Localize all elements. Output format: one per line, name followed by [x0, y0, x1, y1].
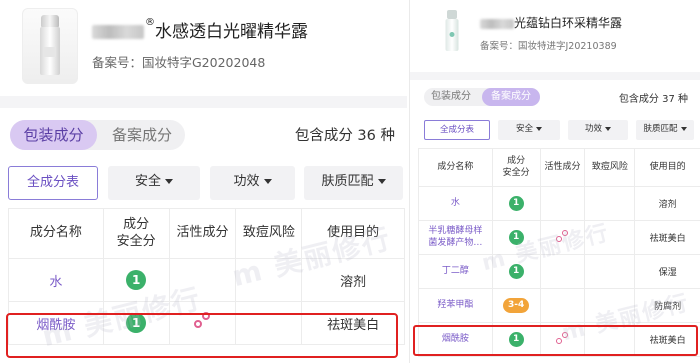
filter-efficacy-dropdown[interactable]: 功效 — [210, 166, 295, 200]
ingredient-source-tabs: 包装成分 备案成分 — [10, 120, 185, 150]
right-product-panel: 光蕴钻白环采精华露 备案号：国妆特进字J20210389 包装成分 备案成分 包… — [409, 0, 700, 363]
col-header-acne-risk: 致痘风险 — [584, 148, 636, 187]
filter-safety-dropdown[interactable]: 安全 — [498, 120, 560, 140]
table-row: 半乳糖酵母样 菌发酵产物… 1 祛斑美白 — [418, 220, 700, 255]
col-header-active: 活性成分 — [168, 208, 237, 259]
filter-efficacy-dropdown[interactable]: 功效 — [568, 120, 628, 140]
safety-score-badge: 1 — [508, 230, 524, 245]
caret-down-icon — [263, 179, 272, 184]
usage-purpose: 保湿 — [634, 254, 700, 289]
ingredient-name-link[interactable]: 羟苯甲酯 — [437, 300, 473, 310]
usage-purpose: 溶剂 — [634, 186, 700, 221]
safety-score-badge: 3-4 — [503, 298, 530, 313]
tab-package-ingredients[interactable]: 包装成分 — [10, 120, 97, 150]
ingredient-name-link[interactable]: 丁二醇 — [442, 266, 469, 276]
tab-filed-ingredients[interactable]: 备案成分 — [482, 88, 540, 106]
filter-bar: 全成分表 安全 功效 肤质匹配 — [8, 166, 403, 200]
blurred-brand-logo — [92, 25, 144, 39]
usage-purpose: 防腐剂 — [634, 288, 700, 323]
col-header-safety-score: 成分 安全分 — [491, 148, 541, 187]
safety-score-badge: 1 — [508, 264, 524, 279]
safety-score-badge: 1 — [508, 196, 524, 211]
tab-package-ingredients[interactable]: 包装成分 — [424, 88, 478, 106]
table-row: 水 1 溶剂 — [8, 258, 405, 302]
product-title: 光蕴钻白环采精华露 — [480, 14, 622, 31]
highlight-box-niacinamide — [413, 325, 698, 356]
table-header-row: 成分名称 成分 安全分 活性成分 致痘风险 使用目的 — [418, 148, 700, 187]
filter-skin-match-dropdown[interactable]: 肤质匹配 — [304, 166, 403, 200]
table-header-row: 成分名称 成分 安全分 活性成分 致痘风险 使用目的 — [8, 208, 405, 259]
col-header-purpose: 使用目的 — [634, 148, 700, 187]
ingredient-count: 包含成分 36 种 — [294, 128, 395, 144]
filter-safety-dropdown[interactable]: 安全 — [108, 166, 200, 200]
safety-score-badge: 1 — [126, 270, 147, 290]
left-product-panel: ®水感透白光曜精华露 备案号：国妆特字G20202048 包装成分 备案成分 包… — [0, 0, 407, 363]
usage-purpose: 溶剂 — [301, 258, 405, 302]
col-header-safety-score: 成分 安全分 — [102, 208, 170, 259]
linked-circles-icon — [556, 229, 569, 243]
product-title: ®水感透白光曜精华露 — [92, 17, 308, 42]
ingredient-name-link[interactable]: 水 — [451, 198, 460, 208]
col-header-active: 活性成分 — [539, 148, 586, 187]
blurred-brand-logo — [480, 18, 514, 29]
ingredient-count: 包含成分 37 种 — [618, 94, 688, 105]
product-image — [22, 8, 78, 84]
caret-down-icon — [680, 126, 687, 131]
filter-bar: 全成分表 安全 功效 肤质匹配 — [424, 120, 694, 140]
caret-down-icon — [165, 179, 173, 184]
product-image — [434, 8, 470, 58]
col-header-name: 成分名称 — [8, 208, 104, 259]
usage-purpose: 祛斑美白 — [634, 220, 700, 255]
col-header-name: 成分名称 — [418, 148, 493, 187]
record-number: 备案号：国妆特进字J20210389 — [480, 41, 617, 52]
ingredient-source-tabs: 包装成分 备案成分 — [424, 88, 540, 106]
col-header-acne-risk: 致痘风险 — [235, 208, 303, 259]
caret-down-icon — [377, 179, 386, 184]
highlight-box-niacinamide — [6, 313, 398, 358]
filter-full-list-button[interactable]: 全成分表 — [424, 120, 490, 140]
filter-skin-match-dropdown[interactable]: 肤质匹配 — [636, 120, 694, 140]
table-row: 水 1 溶剂 — [418, 186, 700, 221]
tab-filed-ingredients[interactable]: 备案成分 — [102, 120, 182, 150]
col-header-purpose: 使用目的 — [301, 208, 405, 259]
table-row: 丁二醇 1 保湿 — [418, 254, 700, 289]
record-number: 备案号：国妆特字G20202048 — [92, 55, 266, 70]
ingredient-name-link[interactable]: 半乳糖酵母样 菌发酵产物… — [428, 226, 482, 249]
ingredient-name-link[interactable]: 水 — [49, 275, 62, 290]
caret-down-icon — [536, 126, 542, 131]
table-row: 羟苯甲酯 3-4 防腐剂 — [418, 288, 700, 323]
filter-full-list-button[interactable]: 全成分表 — [8, 166, 98, 200]
caret-down-icon — [605, 126, 611, 131]
